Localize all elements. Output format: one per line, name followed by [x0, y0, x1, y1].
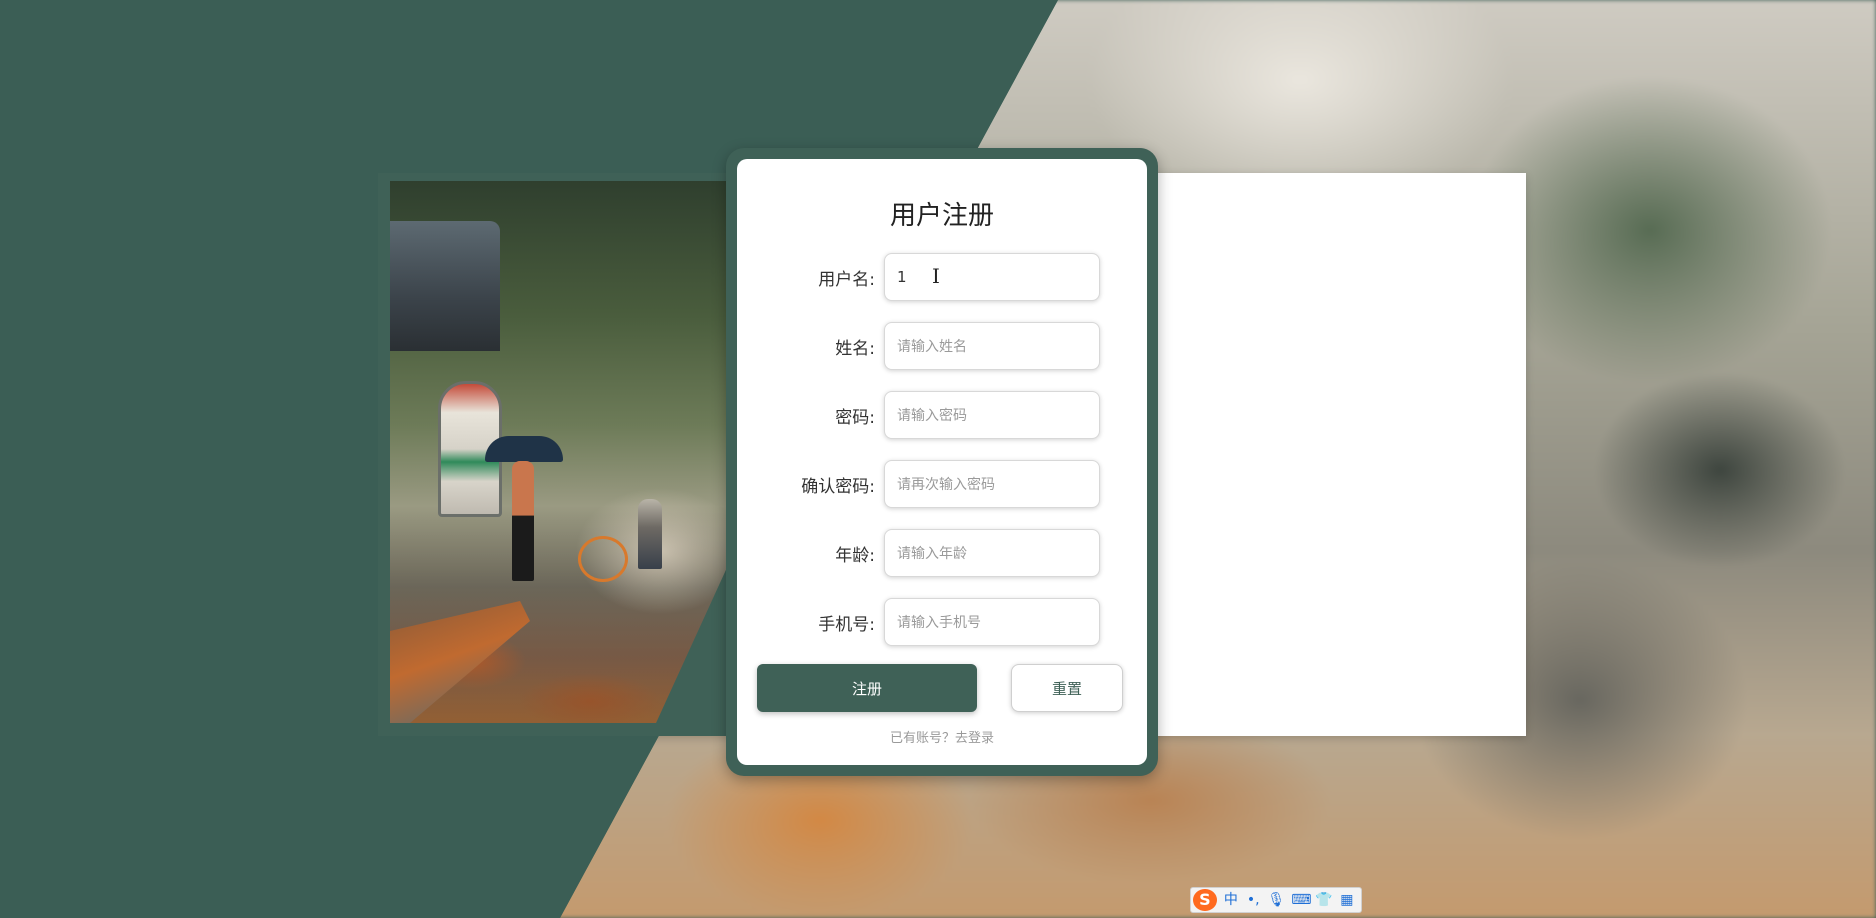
ime-mode-toggle[interactable]: 中: [1223, 890, 1239, 910]
photo-panel: [378, 173, 738, 736]
toolbox-icon[interactable]: ▦: [1339, 890, 1355, 910]
umbrella-shape: [485, 436, 563, 462]
text-cursor-icon: I: [932, 264, 940, 288]
password-label: 密码:: [835, 408, 875, 428]
register-form: 用户注册 用户名: 姓名: 密码: 确认密码: 年龄:: [737, 159, 1147, 765]
confirm-password-row: 确认密码:: [737, 460, 1147, 510]
name-row: 姓名:: [737, 322, 1147, 372]
sogou-logo-icon[interactable]: S: [1193, 889, 1217, 911]
phone-row: 手机号:: [737, 598, 1147, 648]
register-card: 用户注册 用户名: 姓名: 密码: 确认密码: 年龄:: [726, 148, 1158, 776]
age-label: 年龄:: [835, 546, 875, 566]
punctuation-icon[interactable]: •,: [1245, 890, 1261, 910]
phone-label: 手机号:: [818, 615, 875, 635]
confirm-password-input[interactable]: [884, 460, 1100, 508]
username-input[interactable]: [884, 253, 1100, 301]
password-row: 密码:: [737, 391, 1147, 441]
bicycle-shape: [578, 536, 628, 582]
register-button[interactable]: 注册: [757, 664, 977, 712]
curb-shape: [390, 601, 530, 723]
name-input[interactable]: [884, 322, 1100, 370]
password-input[interactable]: [884, 391, 1100, 439]
person-shape: [512, 461, 534, 581]
microphone-icon[interactable]: 🎙: [1267, 890, 1285, 910]
cyclist-shape: [638, 499, 662, 569]
ime-toolbar[interactable]: S 中 •, 🎙 ⌨ 👕 ▦: [1190, 887, 1362, 913]
reset-button[interactable]: 重置: [1011, 664, 1123, 712]
page: 用户注册 用户名: 姓名: 密码: 确认密码: 年龄:: [0, 0, 1876, 918]
login-link[interactable]: 已有账号？去登录: [737, 727, 1147, 746]
confirm-password-label: 确认密码:: [801, 477, 875, 497]
username-label: 用户名:: [818, 270, 875, 290]
keyboard-icon[interactable]: ⌨: [1291, 890, 1311, 910]
street-rain-photo: [390, 181, 730, 723]
name-label: 姓名:: [835, 339, 875, 359]
bus-shelter-shape: [390, 221, 500, 351]
age-input[interactable]: [884, 529, 1100, 577]
form-title: 用户注册: [889, 201, 994, 231]
phone-input[interactable]: [884, 598, 1100, 646]
skin-icon[interactable]: 👕: [1315, 890, 1332, 910]
age-row: 年龄:: [737, 529, 1147, 579]
